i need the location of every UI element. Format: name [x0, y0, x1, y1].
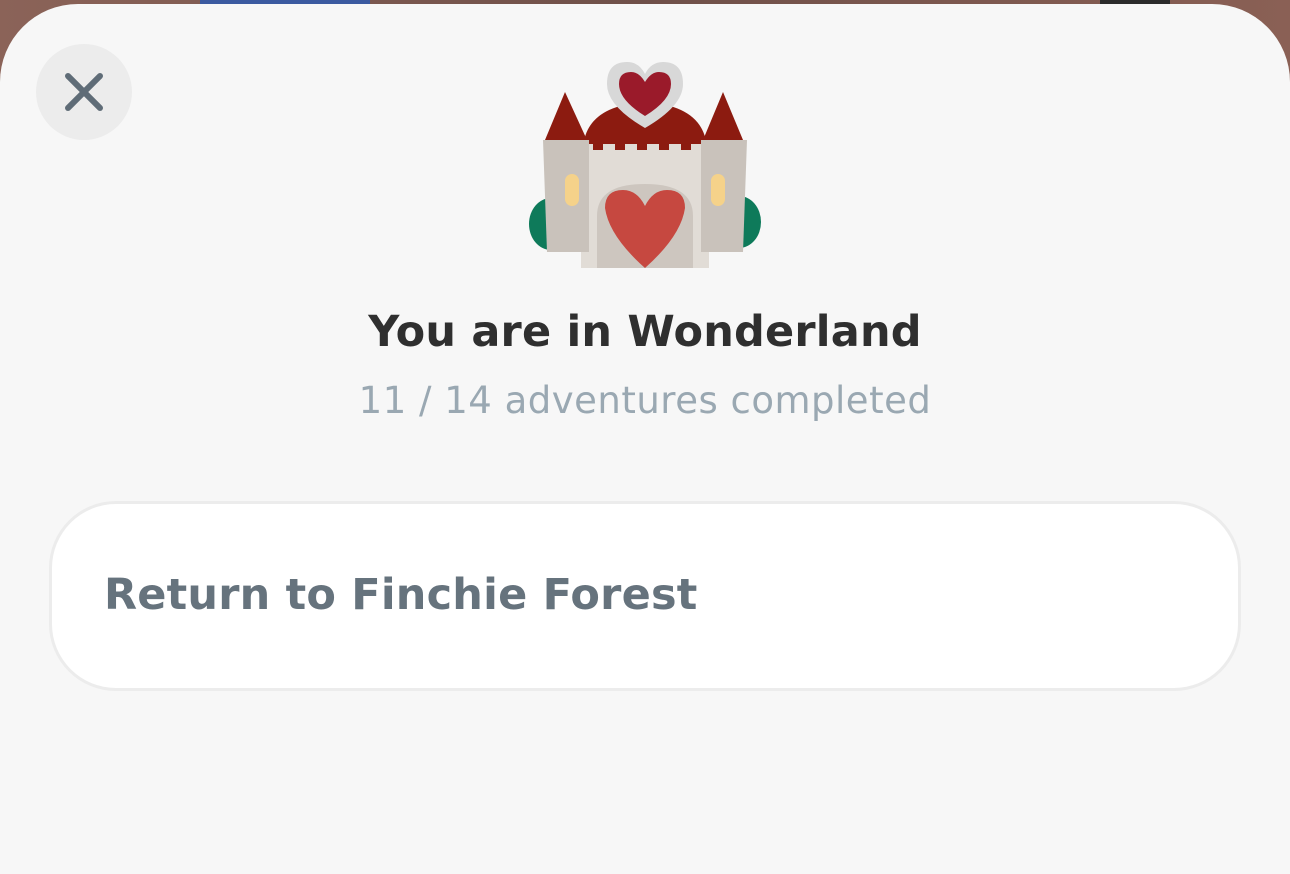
- close-button[interactable]: [36, 44, 132, 140]
- return-to-forest-button[interactable]: Return to Finchie Forest: [52, 504, 1238, 688]
- progress-text: 11 / 14 adventures completed: [358, 379, 932, 422]
- bottom-sheet-dialog: You are in Wonderland 11 / 14 adventures…: [0, 4, 1290, 874]
- option-label: Return to Finchie Forest: [104, 570, 698, 620]
- castle-heart-icon: [529, 62, 761, 268]
- close-icon: [65, 73, 103, 111]
- dialog-title: You are in Wonderland: [368, 307, 922, 357]
